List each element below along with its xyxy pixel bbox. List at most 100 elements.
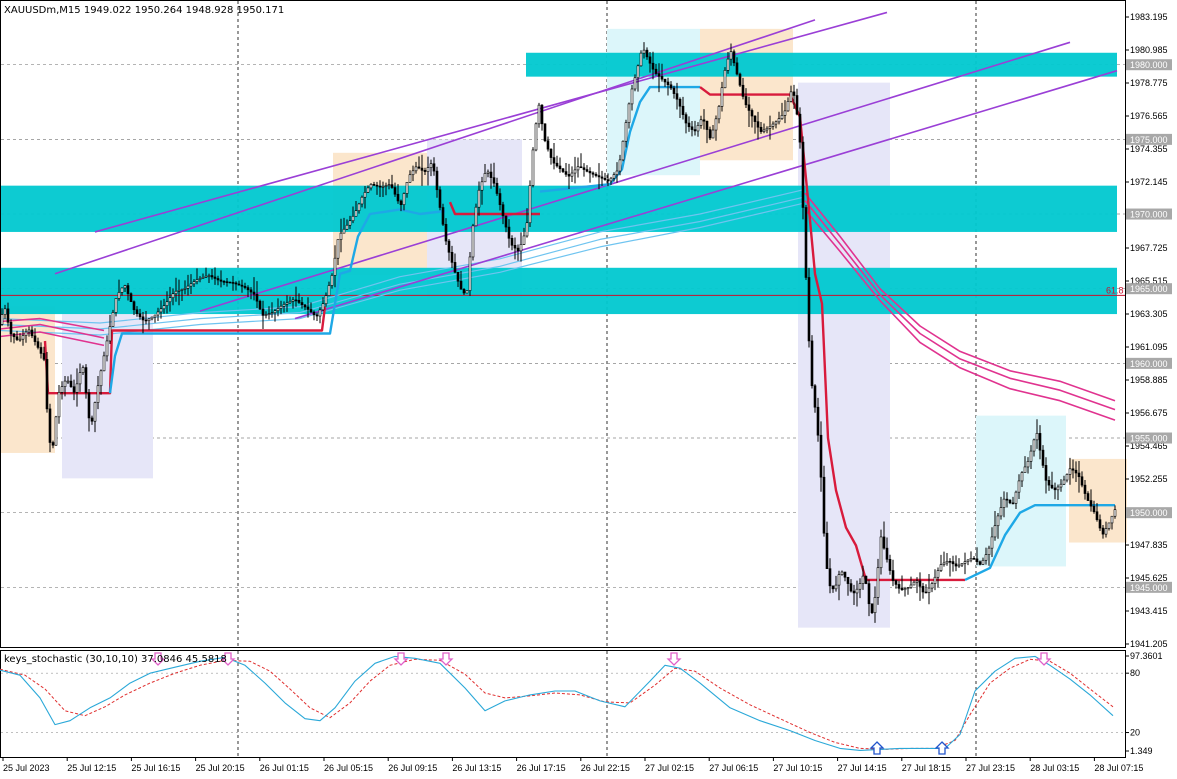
candle-body bbox=[240, 284, 244, 287]
candle-body bbox=[876, 567, 880, 598]
candle-body bbox=[321, 303, 325, 311]
candle-body bbox=[408, 174, 412, 183]
y-tick-label: 1983.195 bbox=[1130, 12, 1168, 22]
candle-body bbox=[516, 247, 520, 252]
candle-body bbox=[792, 91, 796, 96]
candle-body bbox=[93, 402, 97, 422]
candle-body bbox=[501, 204, 505, 217]
candle-body bbox=[411, 170, 415, 176]
candle-body bbox=[189, 283, 193, 287]
candle-body bbox=[666, 81, 670, 86]
x-tick-label: 27 Jul 18:15 bbox=[902, 763, 951, 773]
candle-body bbox=[84, 367, 88, 394]
candle-body bbox=[984, 554, 988, 561]
x-tick-label: 27 Jul 23:15 bbox=[966, 763, 1015, 773]
candle-body bbox=[597, 175, 601, 178]
x-tick-label: 27 Jul 02:15 bbox=[645, 763, 694, 773]
candle-body bbox=[489, 171, 493, 178]
candle-body bbox=[564, 171, 568, 175]
candle-body bbox=[885, 547, 889, 560]
candle-body bbox=[543, 123, 547, 142]
candle-body bbox=[579, 166, 583, 169]
candle-body bbox=[636, 65, 640, 79]
candle-body bbox=[108, 326, 112, 342]
chart-canvas[interactable]: 61.8 1983.195 1980.985 1978.775 1976.565 197… bbox=[0, 0, 1177, 779]
candle-body bbox=[915, 580, 919, 583]
candle-body bbox=[15, 336, 19, 340]
candle-body bbox=[864, 575, 868, 584]
candle-body bbox=[1020, 472, 1024, 482]
candle-body bbox=[894, 580, 898, 585]
candle-body bbox=[624, 122, 628, 142]
candle-body bbox=[168, 297, 172, 303]
candle-body bbox=[729, 51, 733, 60]
candle-body bbox=[1092, 505, 1096, 513]
candle-body bbox=[162, 305, 166, 310]
candle-body bbox=[939, 564, 943, 571]
candle-body bbox=[993, 525, 997, 538]
price-level-tag-label: 1950.000 bbox=[1130, 508, 1168, 518]
candle-body bbox=[60, 386, 64, 393]
y-tick-label: 1945.625 bbox=[1130, 573, 1168, 583]
candle-body bbox=[276, 308, 280, 312]
y-tick-label: 1961.095 bbox=[1130, 342, 1168, 352]
candle-body bbox=[648, 56, 652, 64]
y-tick-label: 1974.355 bbox=[1130, 144, 1168, 154]
candle-body bbox=[156, 311, 160, 316]
candle-body bbox=[1023, 466, 1027, 473]
candle-body bbox=[285, 302, 289, 305]
candle-body bbox=[786, 101, 790, 112]
candle-body bbox=[225, 281, 229, 283]
candle-body bbox=[30, 329, 34, 337]
candle-body bbox=[297, 299, 301, 303]
candle-body bbox=[555, 162, 559, 167]
candle-body bbox=[576, 166, 580, 171]
x-tick-label: 28 Jul 03:15 bbox=[1030, 763, 1079, 773]
candle-body bbox=[75, 383, 79, 393]
candle-body bbox=[717, 106, 721, 120]
candle-body bbox=[264, 314, 268, 316]
candle-body bbox=[348, 220, 352, 226]
candle-body bbox=[945, 560, 949, 564]
x-tick-label: 26 Jul 09:15 bbox=[388, 763, 437, 773]
candle-body bbox=[441, 207, 445, 225]
candle-body bbox=[198, 278, 202, 280]
candle-body bbox=[192, 281, 196, 285]
candle-body bbox=[1053, 487, 1057, 491]
candle-body bbox=[1080, 476, 1084, 486]
candle-body bbox=[1014, 491, 1018, 504]
candle-body bbox=[399, 200, 403, 205]
candle-body bbox=[117, 292, 121, 299]
candle-body bbox=[789, 91, 793, 102]
candle-body bbox=[378, 185, 382, 188]
candle-body bbox=[1071, 468, 1075, 471]
candle-body bbox=[288, 301, 292, 304]
candle-body bbox=[720, 87, 724, 107]
candle-body bbox=[450, 251, 454, 263]
candle-body bbox=[612, 174, 616, 179]
candle-body bbox=[681, 105, 685, 115]
candle-body bbox=[126, 285, 130, 294]
candle-body bbox=[357, 203, 361, 211]
symbol-header: XAUUSDm,M15 1949.022 1950.264 1948.928 1… bbox=[4, 5, 284, 16]
candle-body bbox=[639, 52, 643, 67]
candle-body bbox=[693, 129, 697, 132]
candle-body bbox=[3, 308, 7, 315]
candle-body bbox=[744, 96, 748, 106]
candle-body bbox=[951, 561, 955, 565]
candle-body bbox=[906, 587, 910, 589]
candle-body bbox=[942, 562, 946, 565]
y-tick-label: 1941.205 bbox=[1130, 639, 1168, 649]
candle-body bbox=[414, 166, 418, 172]
y-tick-label: 1972.145 bbox=[1130, 177, 1168, 187]
candle-body bbox=[249, 289, 253, 293]
candle-body bbox=[771, 123, 775, 127]
y-tick-label: 1958.885 bbox=[1130, 375, 1168, 385]
candle-body bbox=[1056, 486, 1060, 491]
candle-body bbox=[924, 591, 928, 594]
candle-body bbox=[690, 126, 694, 130]
candle-body bbox=[855, 588, 859, 594]
indicator-header: keys_stochastic (30,10,10) 37.0846 45.58… bbox=[4, 654, 227, 665]
candle-body bbox=[828, 568, 832, 587]
candle-body bbox=[48, 408, 52, 443]
